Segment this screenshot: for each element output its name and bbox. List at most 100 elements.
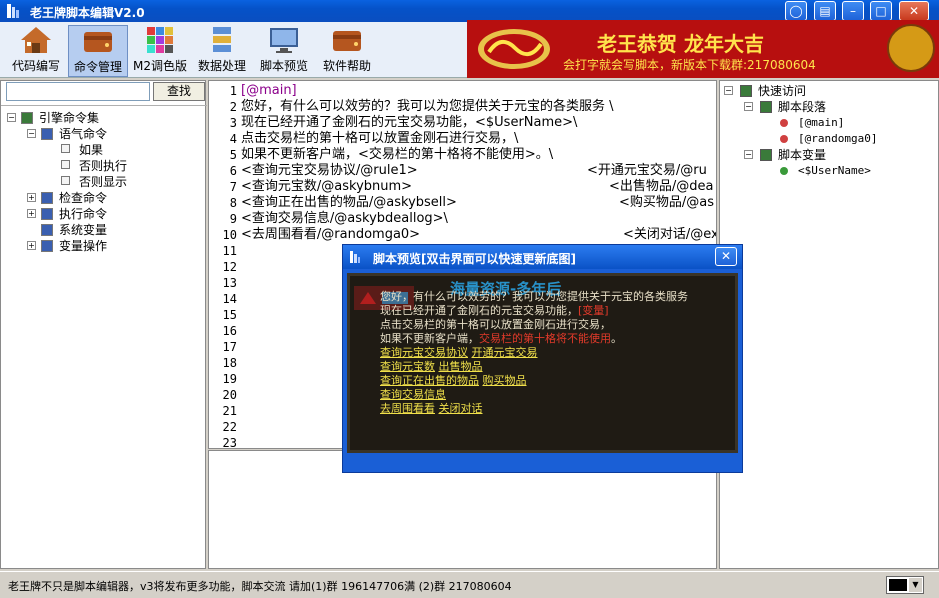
quick-access-item[interactable]: − 快速访问: [720, 83, 935, 99]
line-number: 11: [222, 244, 237, 258]
tree-item-label: 变量操作: [59, 239, 108, 253]
tree-item[interactable]: + 执行命令: [1, 206, 201, 222]
dialog-line: 现在已经开通了金刚石的元宝交易功能，[变量]: [380, 304, 609, 318]
dialog-link[interactable]: 查询元宝数: [380, 360, 435, 373]
code-line[interactable]: <去周围看看/@randomga0> <关闭对话/@ex: [241, 227, 716, 243]
tool-code-editing[interactable]: 代码编写: [8, 25, 64, 77]
preview-footer: [347, 455, 738, 469]
line-number: 21: [222, 404, 237, 418]
quick-access-item[interactable]: − 脚本段落: [720, 99, 935, 115]
line-number: 2: [229, 100, 237, 114]
line-number: 6: [229, 164, 237, 178]
house-icon: [21, 27, 51, 53]
maximize-button[interactable]: □: [870, 1, 892, 21]
tree-item[interactable]: + 检查命令: [1, 190, 201, 206]
preview-title-bar[interactable]: 脚本预览[双击界面可以快速更新底图] ✕: [343, 245, 742, 269]
tree-item-label: 检查命令: [59, 191, 108, 205]
line-number: 13: [222, 276, 237, 290]
code-line-text: 如果不更新客户端，<交易栏的第十格将不能使用>。\: [241, 147, 554, 162]
dialog-link[interactable]: 开通元宝交易: [472, 346, 538, 359]
expand-icon[interactable]: +: [27, 241, 36, 250]
code-line[interactable]: 现在已经开通了金刚石的元宝交易功能，<$UserName>\: [241, 115, 711, 131]
line-number: 20: [222, 388, 237, 402]
code-line[interactable]: <查询元宝数/@askybnum> <出售物品/@dea: [241, 179, 714, 195]
color-picker[interactable]: ▼: [886, 576, 924, 594]
minimize-button[interactable]: –: [842, 1, 864, 21]
code-line[interactable]: 点击交易栏的第十格可以放置金刚石进行交易，\: [241, 131, 711, 147]
expand-icon[interactable]: +: [27, 209, 36, 218]
tool-data-processing[interactable]: 数据处理: [194, 25, 250, 77]
search-button[interactable]: 查找: [153, 82, 205, 101]
dialog-link[interactable]: 购买物品: [483, 374, 527, 387]
dialog-line: 查询元宝数 出售物品: [380, 360, 483, 374]
tree-item[interactable]: 否则执行: [1, 158, 201, 174]
tool-command-manager[interactable]: 命令管理: [68, 25, 128, 77]
line-number: 22: [222, 420, 237, 434]
tree-item[interactable]: 如果: [1, 142, 201, 158]
banner-subline: 会打字就会写脚本，新版本下载群:217080604: [563, 58, 816, 72]
code-line-text: <查询交易信息/@askybdeallog>\: [241, 211, 448, 226]
quick-access-label: 脚本段落: [778, 100, 827, 114]
collapse-icon[interactable]: −: [724, 86, 733, 95]
tree-item[interactable]: + 变量操作: [1, 238, 201, 254]
collapse-icon[interactable]: −: [744, 150, 753, 159]
dialog-link[interactable]: 关闭对话: [439, 402, 483, 415]
quick-access-item[interactable]: − 脚本变量: [720, 147, 935, 163]
leaf-node-icon: [61, 176, 70, 185]
app-icon: [350, 251, 360, 263]
tree-item[interactable]: − 引擎命令集: [1, 110, 201, 126]
tool-color-palette[interactable]: M2调色版: [132, 25, 188, 77]
pin-icon: [780, 135, 788, 143]
dialog-link[interactable]: 查询元宝交易协议: [380, 346, 468, 359]
quick-access-item[interactable]: [@main]: [720, 115, 935, 131]
code-line[interactable]: [@main]: [241, 83, 711, 99]
tree-item[interactable]: 否则显示: [1, 174, 201, 190]
help-window-button[interactable]: ◯: [785, 1, 807, 21]
chevron-down-icon[interactable]: ▼: [909, 578, 922, 592]
code-line[interactable]: <查询交易信息/@askybdeallog>\: [241, 211, 711, 227]
code-line[interactable]: 您好，有什么可以效劳的？我可以为您提供关于元宝的各类服务 \: [241, 99, 711, 115]
line-number: 12: [222, 260, 237, 274]
npc-dialog-preview[interactable]: 海量资源-多年后 您好，有什么可以效劳的？我可以为您提供关于元宝的各类服务 现在已…: [347, 273, 738, 453]
tool-software-help[interactable]: 软件帮助: [318, 25, 376, 77]
palette-icon: [147, 27, 173, 53]
tree-item[interactable]: − 语气命令: [1, 126, 201, 142]
line-number: 8: [229, 196, 237, 210]
tool-script-preview[interactable]: 脚本预览: [256, 25, 312, 77]
dragon-year-logo: [478, 29, 550, 69]
dialog-line: 点击交易栏的第十格可以放置金刚石进行交易，: [380, 318, 611, 332]
code-line[interactable]: <查询元宝交易协议/@rule1> <开通元宝交易/@ru: [241, 163, 711, 179]
line-number: 16: [222, 324, 237, 338]
code-line[interactable]: 如果不更新客户端，<交易栏的第十格将不能使用>。\: [241, 147, 711, 163]
collapse-icon[interactable]: −: [744, 102, 753, 111]
dialog-link[interactable]: 去周围看看: [380, 402, 435, 415]
close-button[interactable]: ✕: [899, 1, 929, 21]
code-line-right: <关闭对话/@ex: [623, 227, 717, 242]
tree-item[interactable]: 系统变量: [1, 222, 201, 238]
quick-access-item[interactable]: [@randomga0]: [720, 131, 935, 147]
preview-close-button[interactable]: ✕: [715, 247, 737, 266]
menu-window-button[interactable]: ▤: [814, 1, 836, 21]
line-number: 7: [229, 180, 237, 194]
dialog-link[interactable]: 查询交易信息: [380, 388, 446, 401]
collapse-icon[interactable]: −: [27, 129, 36, 138]
expand-icon[interactable]: +: [27, 193, 36, 202]
line-number: 15: [222, 308, 237, 322]
code-line[interactable]: <查询正在出售的物品/@askybsell> <购买物品/@as: [241, 195, 714, 211]
search-input[interactable]: [6, 82, 150, 101]
code-line-text: 点击交易栏的第十格可以放置金刚石进行交易，\: [241, 131, 519, 146]
line-number: 3: [229, 116, 237, 130]
tool-label: M2调色版: [133, 59, 187, 73]
tool-label: 数据处理: [197, 59, 246, 73]
code-line-text: 现在已经开通了金刚石的元宝交易功能，<$UserName>\: [241, 115, 578, 130]
dialog-link[interactable]: 出售物品: [439, 360, 483, 373]
tree-item-label: 如果: [79, 143, 104, 157]
pin-icon: [780, 119, 788, 127]
collapse-icon[interactable]: −: [7, 113, 16, 122]
dialog-text: 现在已经开通了金刚石的元宝交易功能，: [380, 304, 578, 317]
dialog-link[interactable]: 查询正在出售的物品: [380, 374, 479, 387]
script-preview-window[interactable]: 脚本预览[双击界面可以快速更新底图] ✕ 海量资源-多年后 您好，有什么可以效劳…: [342, 244, 743, 473]
quick-access-item[interactable]: <$UserName>: [720, 163, 935, 179]
dialog-line: 您好，有什么可以效劳的？我可以为您提供关于元宝的各类服务: [380, 290, 688, 304]
folder-node-icon: [41, 224, 53, 236]
